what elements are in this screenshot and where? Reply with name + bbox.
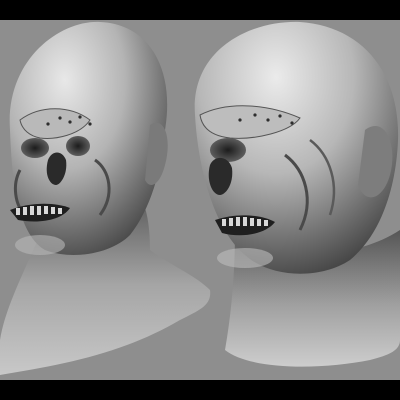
- left-bust: [0, 21, 211, 375]
- image-frame: [0, 0, 400, 400]
- render-viewport: [0, 20, 400, 380]
- right-chin: [217, 248, 273, 268]
- left-eye-socket: [21, 138, 49, 158]
- left-chin: [15, 235, 65, 255]
- right-bust: [194, 21, 400, 367]
- sculpt-render: [0, 21, 400, 375]
- right-eye-socket: [210, 138, 246, 162]
- left-eye-socket-2: [66, 136, 90, 156]
